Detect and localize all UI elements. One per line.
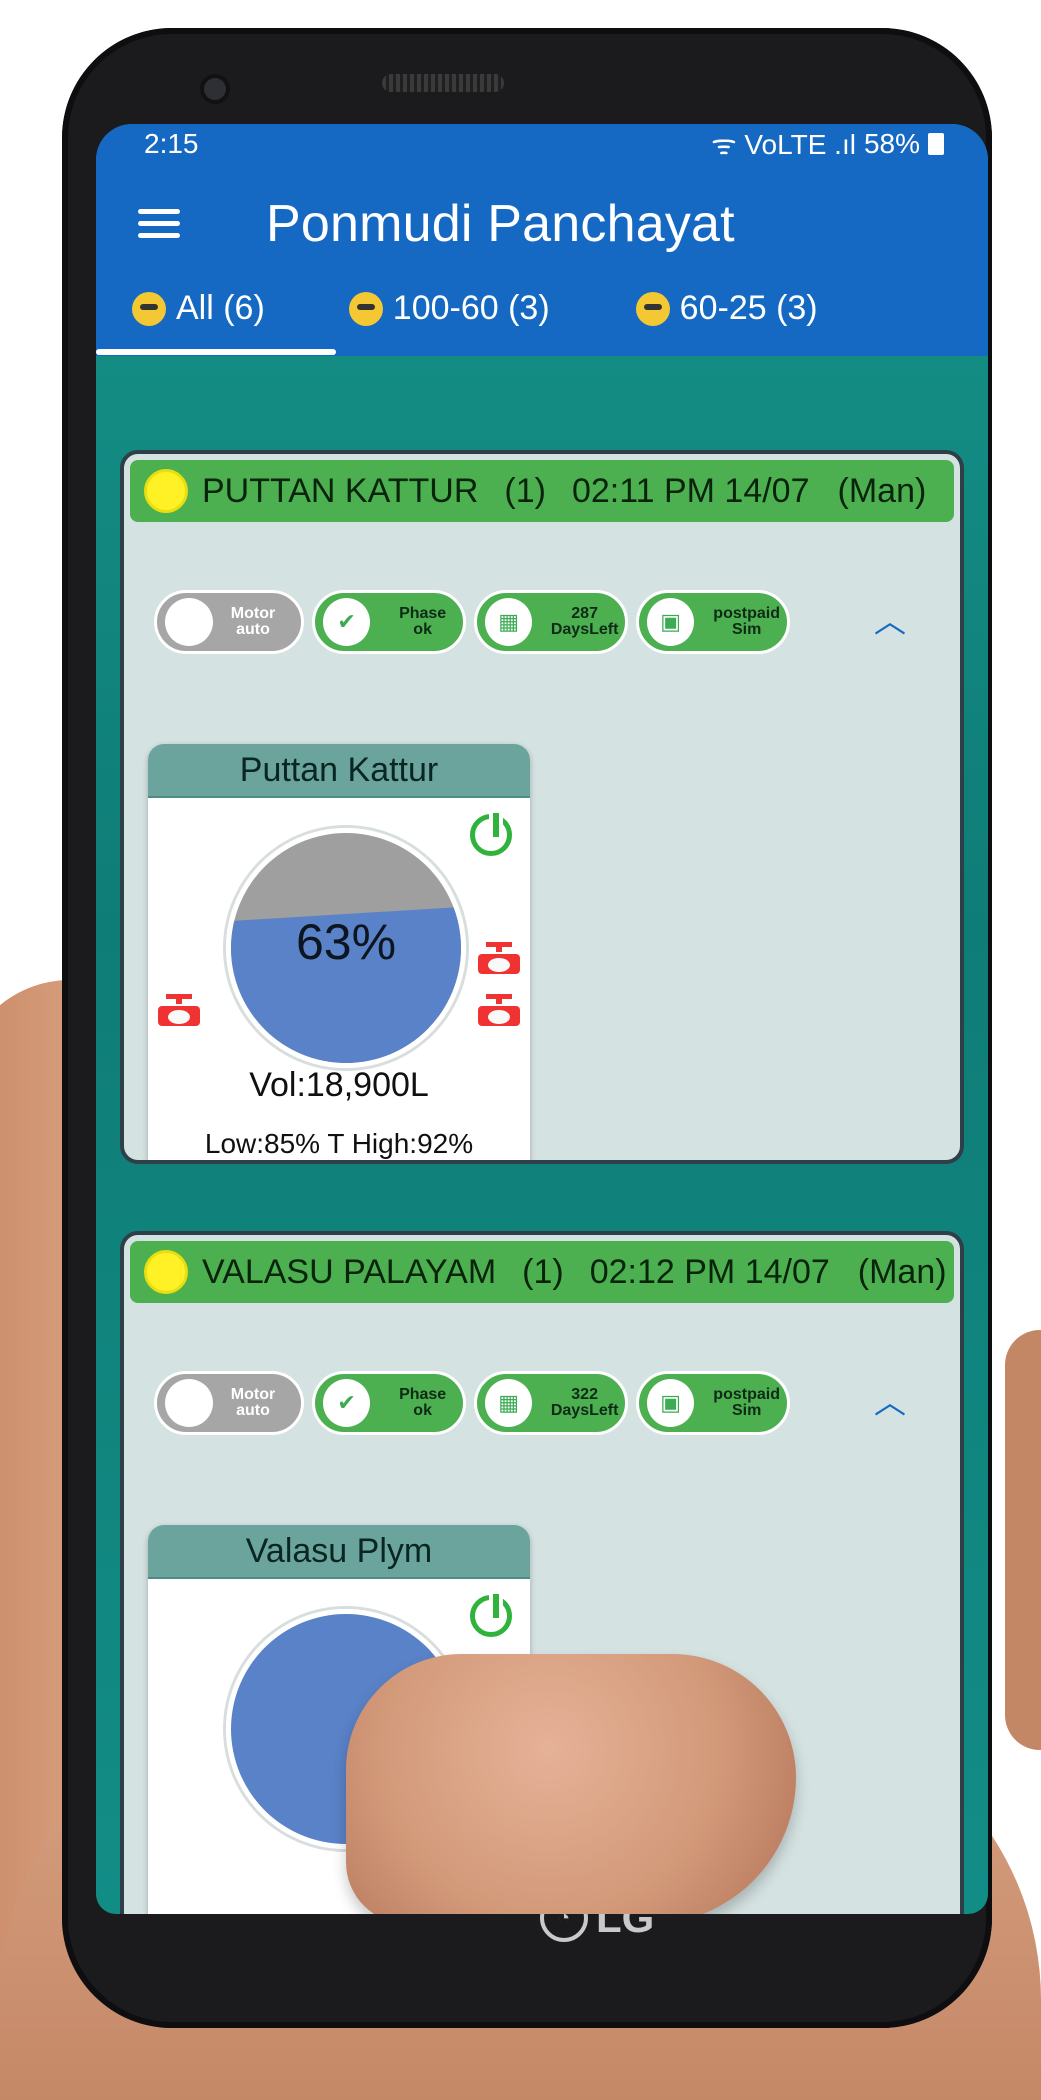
check-circle-icon: ✔ [323, 598, 371, 646]
tank-name: Puttan Kattur [148, 744, 530, 798]
phase-chip-line1: Phase [399, 1386, 447, 1403]
front-camera-icon [204, 78, 226, 100]
status-dot-icon [144, 1250, 188, 1294]
motor-mode-chip[interactable]: Motor auto [154, 1371, 304, 1435]
tab-label-60-25: 60-25 (3) [679, 289, 818, 327]
tank-thresholds: Low:85% T High:92% [204, 1128, 474, 1159]
sim-card-icon: ▣ [647, 1379, 695, 1427]
sim-card-icon: ▣ [647, 598, 695, 646]
battery-percent: 58% [863, 128, 920, 159]
status-time: 2:15 [144, 128, 199, 159]
site-updated-time: 02:12 PM 14/07 [589, 1252, 830, 1291]
thumb-occlusion [346, 1654, 796, 1914]
site-updated-time: 02:11 PM 14/07 [571, 471, 810, 510]
inlet-valve-icon[interactable] [158, 994, 200, 1026]
days-chip-line1: 287 [571, 605, 598, 622]
site-mode: (Man) [857, 1252, 947, 1291]
status-indicators: ᯤ VoLTE .ıl 58% [711, 125, 944, 163]
motor-chip-line1: Motor [230, 605, 276, 622]
phase-chip[interactable]: ✔ Phase ok [312, 590, 466, 654]
site-header[interactable]: VALASU PALAYAM (1) 02:12 PM 14/07 (Man) [130, 1241, 954, 1303]
battery-icon [928, 133, 944, 155]
tank-widget[interactable]: Puttan Kattur 63% Vol:18,900L Low:85% T … [148, 744, 530, 1160]
site-header[interactable]: PUTTAN KATTUR (1) 02:11 PM 14/07 (Man) [130, 460, 954, 522]
days-chip-line2: DaysLeft [550, 1402, 619, 1419]
days-left-chip[interactable]: ▦ 287 DaysLeft [474, 590, 628, 654]
tab-all[interactable]: All (6) [132, 289, 265, 328]
outlet-valve-icon[interactable] [478, 994, 520, 1026]
site-name: PUTTAN KATTUR [202, 471, 479, 510]
smile-emoji-icon [635, 291, 670, 326]
motor-chip-line2: auto [236, 621, 270, 638]
toggle-knob-icon [165, 1379, 213, 1427]
sim-chip-line2: Sim [731, 621, 762, 638]
check-circle-icon: ✔ [323, 1379, 371, 1427]
status-dot-icon [144, 469, 188, 513]
filter-tabs: All (6) 100-60 (3) 60-25 (3) [96, 284, 988, 356]
days-chip-line2: DaysLeft [550, 621, 619, 638]
hamburger-menu-icon[interactable] [138, 209, 180, 239]
tab-indicator [96, 349, 336, 355]
tank-name: Valasu Plym [148, 1525, 530, 1579]
phase-chip-line2: ok [413, 621, 432, 638]
signal-icons: ᯤ VoLTE .ıl [711, 129, 856, 160]
motor-mode-chip[interactable]: Motor auto [154, 590, 304, 654]
earpiece-speaker [382, 74, 504, 92]
tab-label-all: All (6) [176, 289, 265, 327]
sunglasses-emoji-icon [132, 291, 166, 326]
phase-chip-line2: ok [413, 1402, 432, 1419]
sim-chip-line2: Sim [731, 1402, 762, 1419]
tab-60-25[interactable]: 60-25 (3) [635, 289, 818, 328]
site-status-chips: Motor auto ✔ Phase ok ▦ 322 DaysLeft ▣ post… [154, 1371, 790, 1435]
site-count: (1) [504, 471, 546, 510]
site-mode: (Man) [837, 471, 927, 510]
sim-chip-line1: postpaid [713, 605, 780, 622]
outlet-valve-icon[interactable] [478, 942, 520, 974]
tab-100-60[interactable]: 100-60 (3) [348, 289, 550, 328]
calendar-icon: ▦ [485, 1379, 533, 1427]
phase-chip[interactable]: ✔ Phase ok [312, 1371, 466, 1435]
site-count: (1) [522, 1252, 564, 1291]
collapse-chevron-icon[interactable]: ︿ [874, 1377, 906, 1423]
calendar-icon: ▦ [485, 598, 533, 646]
power-icon[interactable] [470, 1590, 512, 1637]
phase-chip-line1: Phase [399, 605, 447, 622]
site-card-puttan-kattur[interactable]: PUTTAN KATTUR (1) 02:11 PM 14/07 (Man) M… [120, 450, 964, 1164]
sim-chip[interactable]: ▣ postpaid Sim [636, 1371, 790, 1435]
sim-chip[interactable]: ▣ postpaid Sim [636, 590, 790, 654]
collapse-chevron-icon[interactable]: ︿ [874, 596, 906, 642]
site-name: VALASU PALAYAM [202, 1252, 497, 1291]
tank-volume: Vol:18,900L [249, 1066, 429, 1104]
tank-level-dial: 63% [226, 828, 466, 1068]
motor-chip-line2: auto [236, 1402, 270, 1419]
phone-screen: 2:15 ᯤ VoLTE .ıl 58% Ponmudi Panchayat A… [96, 124, 988, 1914]
days-chip-line1: 322 [571, 1386, 598, 1403]
status-bar: 2:15 ᯤ VoLTE .ıl 58% [96, 124, 988, 164]
motor-chip-line1: Motor [230, 1386, 276, 1403]
app-bar: Ponmudi Panchayat [96, 164, 988, 284]
site-status-chips: Motor auto ✔ Phase ok ▦ 287 DaysLeft ▣ post… [154, 590, 790, 654]
tab-label-100-60: 100-60 (3) [392, 289, 550, 327]
page-title: Ponmudi Panchayat [266, 195, 735, 253]
hand-finger [1005, 1330, 1041, 1750]
days-left-chip[interactable]: ▦ 322 DaysLeft [474, 1371, 628, 1435]
power-icon[interactable] [470, 809, 512, 856]
toggle-knob-icon [165, 598, 213, 646]
sim-chip-line1: postpaid [713, 1386, 780, 1403]
grin-emoji-icon [348, 291, 383, 326]
tank-percent: 63% [295, 914, 397, 970]
